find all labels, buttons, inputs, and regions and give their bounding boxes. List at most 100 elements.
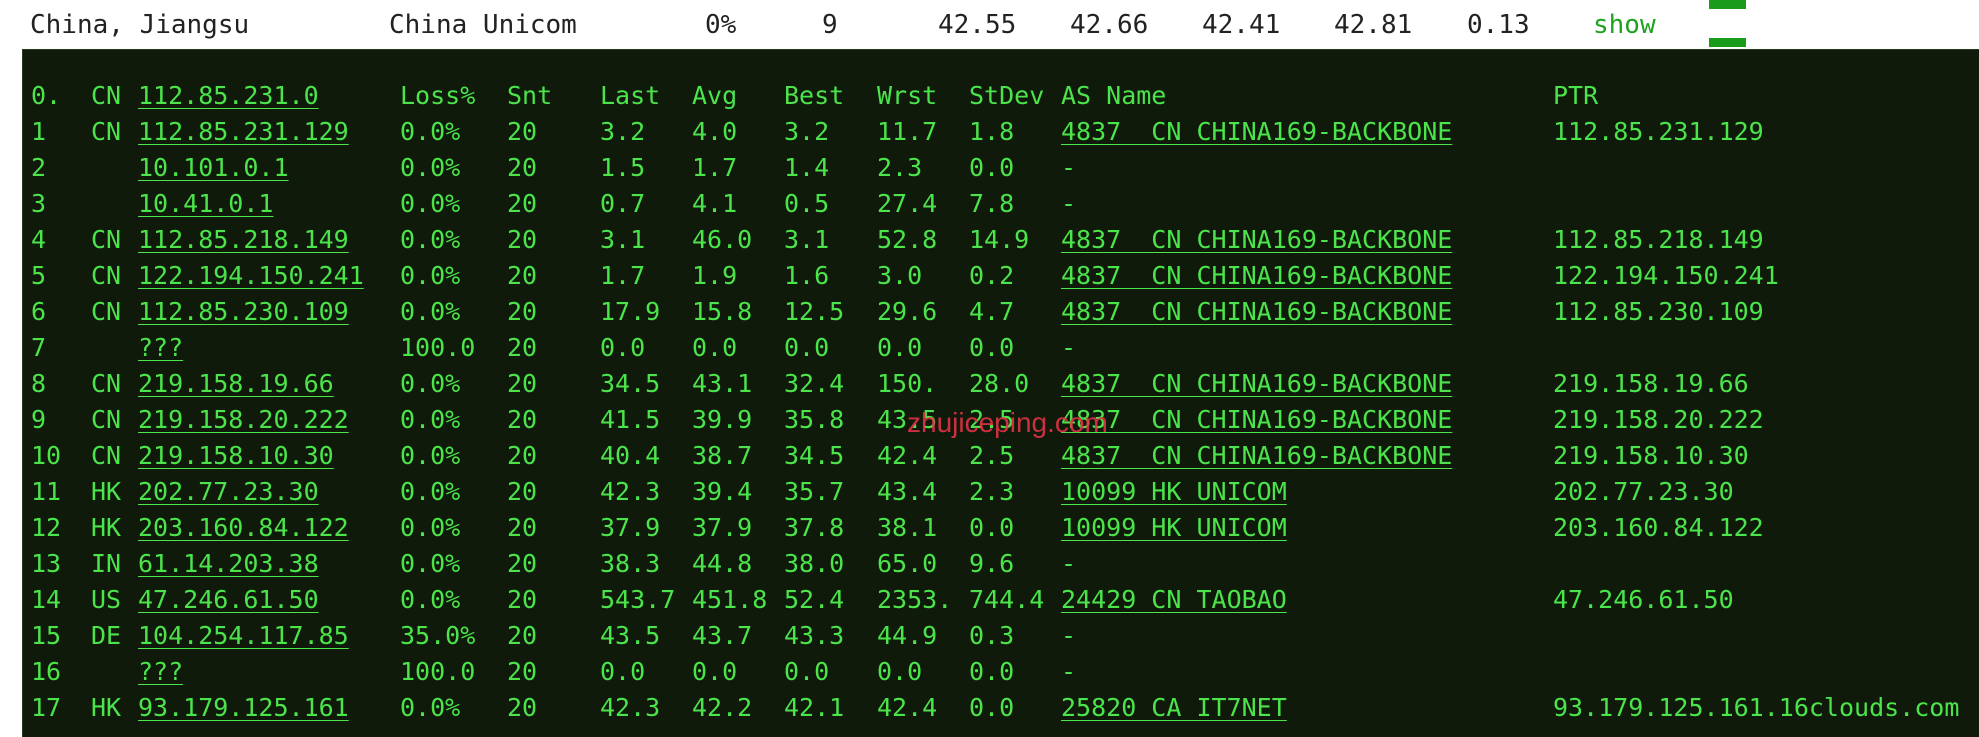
best-value: 43.3 bbox=[784, 621, 845, 650]
avg-value: 15.8 bbox=[692, 297, 753, 326]
avg-value: 37.9 bbox=[692, 513, 753, 542]
as-name[interactable]: 4837 CN CHINA169-BACKBONE bbox=[1061, 258, 1452, 294]
hop-number: 1 bbox=[31, 117, 47, 146]
stdev-value: 2.5 bbox=[969, 405, 1015, 434]
show-details-link[interactable]: show bbox=[1593, 10, 1656, 40]
as-name[interactable]: 4837 CN CHINA169-BACKBONE bbox=[1061, 402, 1452, 438]
best-value: 12.5 bbox=[784, 297, 845, 326]
last-value: 1.7 bbox=[600, 261, 646, 290]
host-link[interactable]: 202.77.23.30 bbox=[138, 474, 319, 510]
as-name[interactable]: 4837 CN CHINA169-BACKBONE bbox=[1061, 222, 1452, 258]
country-code: CN bbox=[91, 117, 122, 146]
host-link[interactable]: 47.246.61.50 bbox=[138, 582, 319, 618]
host-link[interactable]: 10.101.0.1 bbox=[138, 150, 289, 186]
ptr-value: 219.158.10.30 bbox=[1553, 441, 1749, 470]
stdev-value: 0.2 bbox=[969, 261, 1015, 290]
country-code: CN bbox=[91, 405, 122, 434]
avg-value: 46.0 bbox=[692, 225, 753, 254]
loss-value: 0.0% bbox=[400, 117, 461, 146]
host-link[interactable]: ??? bbox=[138, 654, 183, 690]
loss-value: 0.0% bbox=[400, 405, 461, 434]
best-value: 3.1 bbox=[784, 225, 830, 254]
best-header: Best bbox=[784, 81, 845, 110]
as-name[interactable]: 10099 HK UNICOM bbox=[1061, 474, 1287, 510]
stdev-value: 4.7 bbox=[969, 297, 1015, 326]
avg-value: 1.7 bbox=[692, 153, 738, 182]
stdev-value: 0.3 bbox=[969, 621, 1015, 650]
summary-count: 9 bbox=[822, 10, 838, 40]
hop-number: 4 bbox=[31, 225, 47, 254]
host-link[interactable]: 219.158.19.66 bbox=[138, 366, 334, 402]
loss-value: 0.0% bbox=[400, 261, 461, 290]
asname-header: AS Name bbox=[1061, 81, 1167, 110]
snt-value: 20 bbox=[507, 297, 538, 326]
host-link[interactable]: 104.254.117.85 bbox=[138, 618, 349, 654]
as-name[interactable]: 24429 CN TAOBAO bbox=[1061, 582, 1287, 618]
host-link[interactable]: 10.41.0.1 bbox=[138, 186, 273, 222]
loss-value: 0.0% bbox=[400, 189, 461, 218]
wrst-value: 52.8 bbox=[877, 225, 938, 254]
host-link[interactable]: 61.14.203.38 bbox=[138, 546, 319, 582]
as-name[interactable]: 4837 CN CHINA169-BACKBONE bbox=[1061, 114, 1452, 150]
ptr-value: 219.158.20.222 bbox=[1553, 405, 1764, 434]
hop-number: 9 bbox=[31, 405, 47, 434]
hop-number: 5 bbox=[31, 261, 47, 290]
ptr-value: 47.246.61.50 bbox=[1553, 585, 1734, 614]
ptr-value: 203.160.84.122 bbox=[1553, 513, 1764, 542]
snt-value: 20 bbox=[507, 117, 538, 146]
as-name[interactable]: 10099 HK UNICOM bbox=[1061, 510, 1287, 546]
as-name[interactable]: 4837 CN CHINA169-BACKBONE bbox=[1061, 366, 1452, 402]
host-link[interactable]: 112.85.231.129 bbox=[138, 114, 349, 150]
stdev-value: 7.8 bbox=[969, 189, 1015, 218]
best-value: 38.0 bbox=[784, 549, 845, 578]
source-host-link[interactable]: 112.85.231.0 bbox=[138, 78, 319, 114]
avg-value: 38.7 bbox=[692, 441, 753, 470]
as-name[interactable]: 4837 CN CHINA169-BACKBONE bbox=[1061, 438, 1452, 474]
as-name[interactable]: 25820 CA IT7NET bbox=[1061, 690, 1287, 726]
last-value: 43.5 bbox=[600, 621, 661, 650]
host-link[interactable]: 93.179.125.161 bbox=[138, 690, 349, 726]
country-code: IN bbox=[91, 549, 122, 578]
avg-value: 44.8 bbox=[692, 549, 753, 578]
best-value: 35.8 bbox=[784, 405, 845, 434]
snt-value: 20 bbox=[507, 657, 538, 686]
summary-value-5: 0.13 bbox=[1467, 10, 1530, 40]
hop-number: 16 bbox=[31, 657, 62, 686]
as-name[interactable]: 4837 CN CHINA169-BACKBONE bbox=[1061, 294, 1452, 330]
table-row: 10 CN 219.158.10.30 0.0% 20 40.4 38.7 34.5 42.4 2… bbox=[23, 438, 1979, 474]
host-link[interactable]: 203.160.84.122 bbox=[138, 510, 349, 546]
wrst-value: 0.0 bbox=[877, 333, 923, 362]
host-link[interactable]: ??? bbox=[138, 330, 183, 366]
table-row: 13 IN 61.14.203.38 0.0% 20 38.3 44.8 38.0 65.0 9.… bbox=[23, 546, 1979, 582]
as-name: - bbox=[1061, 189, 1077, 218]
host-link[interactable]: 219.158.10.30 bbox=[138, 438, 334, 474]
corner-bar-top bbox=[1709, 0, 1746, 9]
summary-value-4: 42.81 bbox=[1334, 10, 1413, 40]
avg-value: 4.1 bbox=[692, 189, 738, 218]
best-value: 1.6 bbox=[784, 261, 830, 290]
loss-value: 0.0% bbox=[400, 693, 461, 722]
wrst-value: 11.7 bbox=[877, 117, 938, 146]
avg-value: 0.0 bbox=[692, 333, 738, 362]
host-link[interactable]: 122.194.150.241 bbox=[138, 258, 364, 294]
loss-value: 0.0% bbox=[400, 297, 461, 326]
avg-value: 1.9 bbox=[692, 261, 738, 290]
loss-value: 0.0% bbox=[400, 477, 461, 506]
country-code: DE bbox=[91, 621, 122, 650]
as-name: - bbox=[1061, 657, 1077, 686]
table-row: 1 CN 112.85.231.129 0.0% 20 3.2 4.0 3.2 11.7 1.8 4… bbox=[23, 114, 1979, 150]
table-row: 12 HK 203.160.84.122 0.0% 20 37.9 37.9 37.8 38.1… bbox=[23, 510, 1979, 546]
stdev-value: 28.0 bbox=[969, 369, 1030, 398]
ptr-value: 122.194.150.241 bbox=[1553, 261, 1779, 290]
stdev-value: 0.0 bbox=[969, 513, 1015, 542]
country-code: CN bbox=[91, 369, 122, 398]
host-link[interactable]: 112.85.218.149 bbox=[138, 222, 349, 258]
host-link[interactable]: 112.85.230.109 bbox=[138, 294, 349, 330]
host-link[interactable]: 219.158.20.222 bbox=[138, 402, 349, 438]
table-row: 8 CN 219.158.19.66 0.0% 20 34.5 43.1 32.4 150. 28… bbox=[23, 366, 1979, 402]
ptr-value: 202.77.23.30 bbox=[1553, 477, 1734, 506]
summary-value-3: 42.41 bbox=[1202, 10, 1281, 40]
best-value: 37.8 bbox=[784, 513, 845, 542]
wrst-value: 29.6 bbox=[877, 297, 938, 326]
avg-value: 4.0 bbox=[692, 117, 738, 146]
